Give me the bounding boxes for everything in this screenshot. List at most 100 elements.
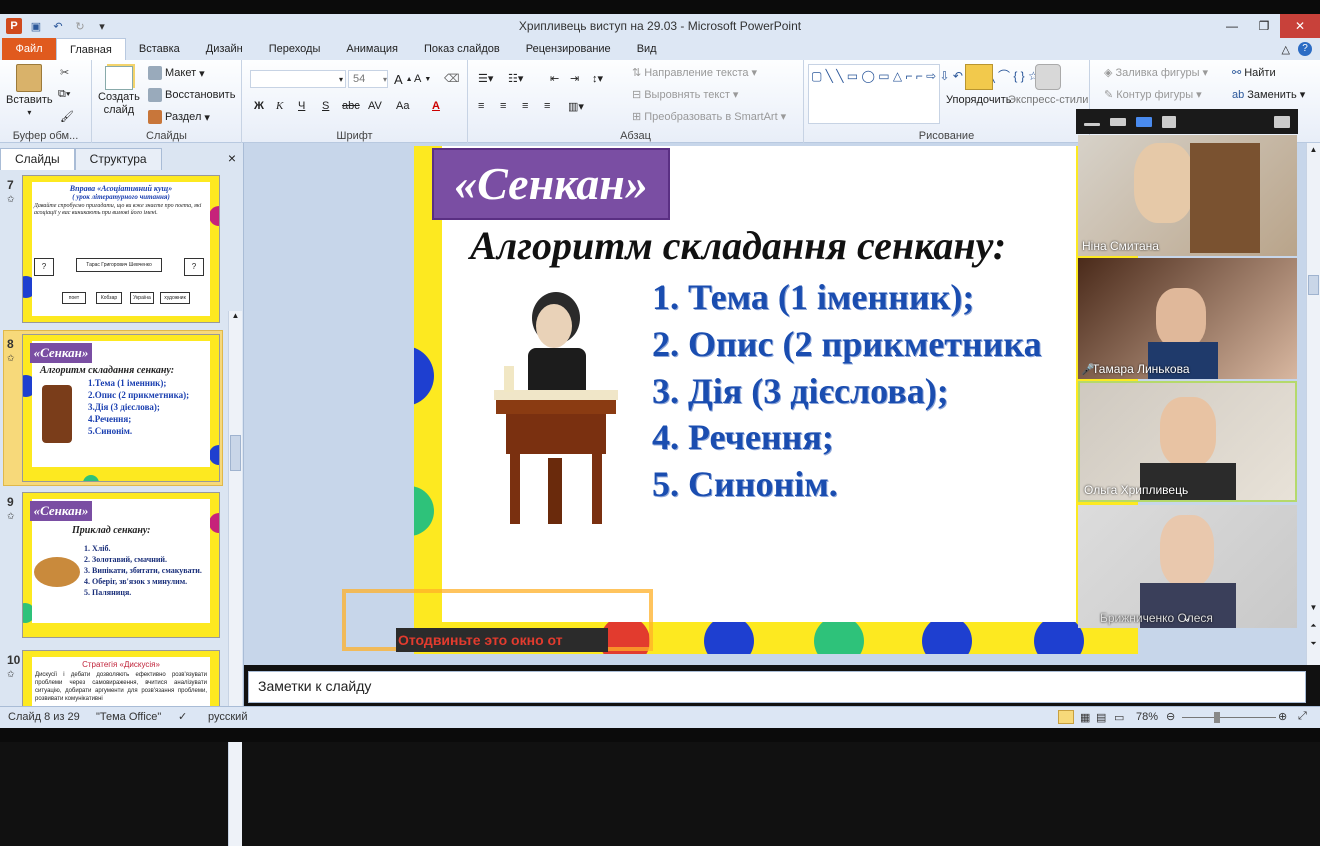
zoom-in-icon[interactable]: ⊕ xyxy=(1278,710,1287,723)
tab-animation[interactable]: Анимация xyxy=(333,38,411,60)
layout-button[interactable]: Макет ▾ xyxy=(148,66,205,80)
zoom-slider[interactable] xyxy=(1182,717,1276,718)
powerpoint-logo-icon[interactable]: P xyxy=(6,18,22,34)
fit-to-window-icon[interactable]: ⤢ xyxy=(1298,710,1307,723)
smartart-button[interactable]: ⊞ Преобразовать в SmartArt ▾ xyxy=(632,110,786,124)
qat-customize-icon[interactable]: ▾ xyxy=(94,18,110,34)
scroll-down-icon[interactable]: ▼ xyxy=(1308,603,1319,612)
bold-button[interactable]: Ж xyxy=(254,100,264,112)
normal-view-icon[interactable] xyxy=(1058,710,1074,724)
underline-button[interactable]: Ч xyxy=(298,100,305,112)
scroll-up-icon[interactable]: ▲ xyxy=(1308,145,1319,154)
participant-video-1[interactable]: Ніна Смитана xyxy=(1078,135,1297,256)
language-indicator[interactable]: русский xyxy=(208,711,247,723)
notes-field[interactable]: Заметки к слайду xyxy=(248,671,1306,703)
prev-slide-icon[interactable]: ⏶ xyxy=(1308,621,1319,631)
shape-outline-button[interactable]: ✎ Контур фигуры ▾ xyxy=(1104,88,1202,102)
new-slide-button[interactable]: Создать слайд xyxy=(98,66,140,116)
scroll-thumb[interactable] xyxy=(230,435,241,471)
font-name-select[interactable]: ▾ xyxy=(250,70,346,88)
slideshow-icon[interactable]: ▭ xyxy=(1114,711,1124,724)
columns-icon[interactable]: ▥▾ xyxy=(568,100,584,113)
slide-thumbnail-10[interactable]: Стратегія «Дискусія» Дискусії і дебати д… xyxy=(22,650,220,710)
char-spacing-button[interactable]: AV xyxy=(368,100,382,112)
section-button[interactable]: Раздел ▾ xyxy=(148,110,210,124)
paste-button[interactable]: Вставить ▾ xyxy=(6,64,53,117)
increase-indent-icon[interactable]: ⇥ xyxy=(570,72,579,85)
tab-home[interactable]: Главная xyxy=(56,38,126,60)
close-button[interactable]: ✕ xyxy=(1280,14,1320,38)
find-button[interactable]: ⚯ Найти xyxy=(1232,66,1276,80)
shapes-gallery[interactable]: ▢ ╲ ╲ ▭ ◯ ▭ △ ⌐ ⌐ ⇨ ⇩ ↶ ◔ ╲ ╲ ⌒ { } ☆ xyxy=(808,64,1039,124)
reset-button[interactable]: Восстановить xyxy=(148,88,235,102)
tab-slideshow[interactable]: Показ слайдов xyxy=(411,38,513,60)
align-text-button[interactable]: ⊟ Выровнять текст ▾ xyxy=(632,88,738,102)
participant-video-2[interactable]: Тамара Линькова 🎤 xyxy=(1078,258,1297,379)
zoom-level[interactable]: 78% xyxy=(1136,711,1158,723)
spellcheck-icon[interactable]: ✓ xyxy=(178,710,187,723)
copy-icon[interactable]: ⧉▾ xyxy=(58,88,70,101)
align-center-icon[interactable]: ≡ xyxy=(500,100,506,112)
arrange-button[interactable]: Упорядочить xyxy=(946,64,1011,106)
cut-icon[interactable]: ✂ xyxy=(60,66,69,79)
font-color-icon[interactable]: A xyxy=(432,100,440,112)
shrink-font-icon[interactable]: A ▼ xyxy=(414,73,431,85)
replace-button[interactable]: ab Заменить ▾ xyxy=(1232,88,1305,102)
tab-slides[interactable]: Слайды xyxy=(0,148,75,170)
bullets-icon[interactable]: ☰▾ xyxy=(478,72,493,85)
save-icon[interactable]: ▣ xyxy=(28,18,44,34)
text-direction-button[interactable]: ⇅ Направление текста ▾ xyxy=(632,66,757,80)
numbering-icon[interactable]: ☷▾ xyxy=(508,72,523,85)
close-pane-icon[interactable]: × xyxy=(228,148,244,170)
strikethrough-button[interactable]: abc xyxy=(342,100,360,112)
slide-canvas[interactable]: «Сенкан» Алгоритм складання сенкану: 1. … xyxy=(414,146,1138,654)
zoom-out-icon[interactable]: ⊖ xyxy=(1166,710,1175,723)
tab-transitions[interactable]: Переходы xyxy=(256,38,334,60)
tab-insert[interactable]: Вставка xyxy=(126,38,193,60)
thumbnail-view-icon[interactable] xyxy=(1110,117,1126,126)
tab-outline[interactable]: Структура xyxy=(74,148,162,170)
italic-button[interactable]: К xyxy=(276,100,283,112)
quick-styles-button[interactable]: Экспресс-стили xyxy=(1008,64,1088,106)
tab-file[interactable]: Файл xyxy=(2,38,56,60)
grow-font-icon[interactable]: A ▲ xyxy=(394,72,413,87)
chevron-down-icon[interactable]: ⌄ xyxy=(1182,611,1191,624)
slide-thumbnail-9[interactable]: «Сенкан» Приклад сенкану: 1. Хліб. 2. Зо… xyxy=(22,492,220,638)
help-icon[interactable]: ? xyxy=(1298,42,1312,56)
participant-video-3[interactable]: Ольга Хрипливець xyxy=(1078,381,1297,502)
justify-icon[interactable]: ≡ xyxy=(544,100,550,112)
zoom-slider-thumb[interactable] xyxy=(1214,712,1220,723)
minimize-video-icon[interactable] xyxy=(1084,123,1100,126)
align-right-icon[interactable]: ≡ xyxy=(522,100,528,112)
restore-button[interactable]: ❐ xyxy=(1248,14,1280,38)
slide-thumbnail-8[interactable]: «Сенкан» Алгоритм складання сенкану: 1.Т… xyxy=(22,334,220,482)
change-case-button[interactable]: Aa xyxy=(396,100,409,112)
font-size-select[interactable]: 54 ▾ xyxy=(348,70,388,88)
decrease-indent-icon[interactable]: ⇤ xyxy=(550,72,559,85)
slide-sorter-icon[interactable]: ▦ xyxy=(1080,711,1090,724)
redo-icon[interactable]: ↻ xyxy=(72,18,88,34)
shadow-button[interactable]: S xyxy=(322,100,329,112)
gallery-view-icon[interactable] xyxy=(1162,115,1176,128)
format-painter-icon[interactable]: 🖌 xyxy=(60,110,74,123)
ribbon-collapse-icon[interactable]: △ xyxy=(1282,43,1290,56)
undo-icon[interactable]: ↶ xyxy=(50,18,66,34)
tab-design[interactable]: Дизайн xyxy=(193,38,256,60)
reading-view-icon[interactable]: ▤ xyxy=(1096,711,1106,724)
exit-fullscreen-icon[interactable] xyxy=(1274,115,1290,128)
slide-thumbnail-7[interactable]: Вправа «Асоціативний кущ» ( урок літерат… xyxy=(22,175,220,323)
theme-name[interactable]: "Тема Office" xyxy=(96,711,161,723)
scroll-thumb[interactable] xyxy=(1308,275,1319,295)
line-spacing-icon[interactable]: ↕▾ xyxy=(592,72,603,85)
minimize-button[interactable]: — xyxy=(1216,14,1248,38)
tab-review[interactable]: Рецензирование xyxy=(513,38,624,60)
speaker-view-icon[interactable] xyxy=(1136,116,1152,127)
scroll-up-icon[interactable]: ▲ xyxy=(230,311,241,323)
participant-video-4[interactable]: Брижниченко Олеся ⌄ xyxy=(1078,505,1297,628)
editor-vertical-scrollbar[interactable]: ▲ ▼ ⏶ ⏷ xyxy=(1306,143,1320,665)
next-slide-icon[interactable]: ⏷ xyxy=(1308,639,1319,649)
align-left-icon[interactable]: ≡ xyxy=(478,100,484,112)
slides-pane-scrollbar[interactable]: ▲ xyxy=(228,311,242,846)
tab-view[interactable]: Вид xyxy=(624,38,670,60)
shape-fill-button[interactable]: ◈ Заливка фигуры ▾ xyxy=(1104,66,1208,80)
